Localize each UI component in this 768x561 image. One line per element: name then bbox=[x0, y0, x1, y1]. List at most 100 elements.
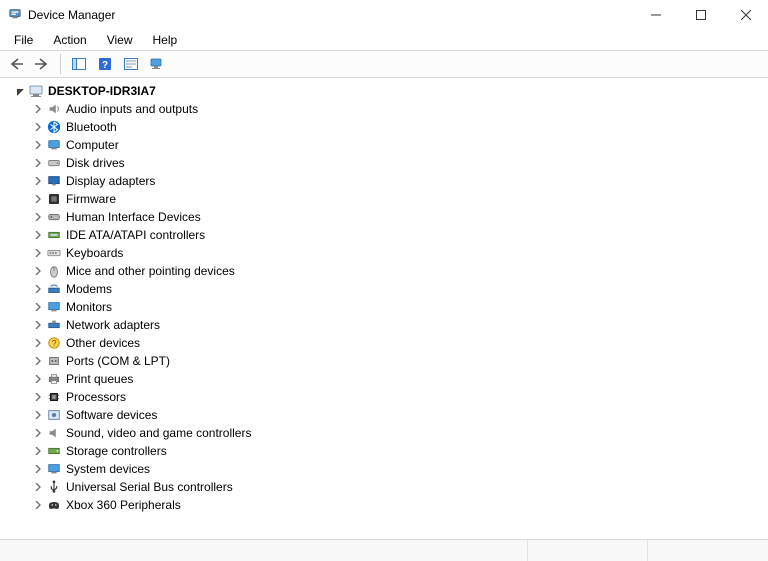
menu-help[interactable]: Help bbox=[143, 31, 188, 49]
tree-item-label: IDE ATA/ATAPI controllers bbox=[66, 228, 205, 242]
status-segment bbox=[648, 540, 768, 561]
usb-icon bbox=[46, 479, 62, 495]
back-button[interactable] bbox=[4, 53, 28, 75]
scan-hardware-button[interactable] bbox=[145, 53, 169, 75]
monitor-icon bbox=[46, 299, 62, 315]
tree-item-keyboard[interactable]: Keyboards bbox=[4, 244, 768, 262]
tree-item-ports[interactable]: Ports (COM & LPT) bbox=[4, 352, 768, 370]
tree-item-hid[interactable]: Human Interface Devices bbox=[4, 208, 768, 226]
tree-item-cpu[interactable]: Processors bbox=[4, 388, 768, 406]
chevron-right-icon[interactable] bbox=[32, 175, 44, 187]
menu-view[interactable]: View bbox=[97, 31, 143, 49]
tree-item-label: Keyboards bbox=[66, 246, 123, 260]
tree-root[interactable]: DESKTOP-IDR3IA7 bbox=[4, 82, 768, 100]
tree-item-ide[interactable]: IDE ATA/ATAPI controllers bbox=[4, 226, 768, 244]
window-controls bbox=[633, 0, 768, 30]
chevron-right-icon[interactable] bbox=[32, 319, 44, 331]
tree-item-label: System devices bbox=[66, 462, 150, 476]
menu-file[interactable]: File bbox=[4, 31, 43, 49]
mouse-icon bbox=[46, 263, 62, 279]
device-tree[interactable]: DESKTOP-IDR3IA7 Audio inputs and outputs… bbox=[0, 78, 768, 522]
tree-item-other[interactable]: ?Other devices bbox=[4, 334, 768, 352]
chevron-right-icon[interactable] bbox=[32, 211, 44, 223]
tree-item-storage[interactable]: Storage controllers bbox=[4, 442, 768, 460]
chevron-right-icon[interactable] bbox=[32, 427, 44, 439]
minimize-button[interactable] bbox=[633, 0, 678, 30]
close-button[interactable] bbox=[723, 0, 768, 30]
chevron-right-icon[interactable] bbox=[32, 355, 44, 367]
chevron-right-icon[interactable] bbox=[32, 157, 44, 169]
chevron-right-icon[interactable] bbox=[32, 409, 44, 421]
chevron-right-icon[interactable] bbox=[32, 139, 44, 151]
tree-item-mouse[interactable]: Mice and other pointing devices bbox=[4, 262, 768, 280]
chevron-right-icon[interactable] bbox=[32, 121, 44, 133]
tree-item-system[interactable]: System devices bbox=[4, 460, 768, 478]
toolbar-separator bbox=[60, 54, 61, 74]
chevron-down-icon[interactable] bbox=[14, 85, 26, 97]
tree-item-usb[interactable]: Universal Serial Bus controllers bbox=[4, 478, 768, 496]
chevron-right-icon[interactable] bbox=[32, 373, 44, 385]
maximize-button[interactable] bbox=[678, 0, 723, 30]
chevron-right-icon[interactable] bbox=[32, 463, 44, 475]
chevron-right-icon[interactable] bbox=[32, 193, 44, 205]
tree-item-software[interactable]: Software devices bbox=[4, 406, 768, 424]
chevron-right-icon[interactable] bbox=[32, 301, 44, 313]
statusbar bbox=[0, 539, 768, 561]
chevron-right-icon[interactable] bbox=[32, 247, 44, 259]
chevron-right-icon[interactable] bbox=[32, 337, 44, 349]
hid-icon bbox=[46, 209, 62, 225]
svg-text:?: ? bbox=[52, 339, 57, 349]
tree-item-label: Computer bbox=[66, 138, 119, 152]
other-icon: ? bbox=[46, 335, 62, 351]
tree-item-xbox[interactable]: Xbox 360 Peripherals bbox=[4, 496, 768, 514]
menubar: File Action View Help bbox=[0, 30, 768, 50]
tree-item-monitor[interactable]: Monitors bbox=[4, 298, 768, 316]
tree-item-label: Audio inputs and outputs bbox=[66, 102, 198, 116]
system-icon bbox=[46, 461, 62, 477]
disk-icon bbox=[46, 155, 62, 171]
chevron-right-icon[interactable] bbox=[32, 481, 44, 493]
xbox-icon bbox=[46, 497, 62, 513]
tree-item-printer[interactable]: Print queues bbox=[4, 370, 768, 388]
tree-item-label: Xbox 360 Peripherals bbox=[66, 498, 181, 512]
tree-item-network[interactable]: Network adapters bbox=[4, 316, 768, 334]
tree-item-label: Modems bbox=[66, 282, 112, 296]
menu-action[interactable]: Action bbox=[43, 31, 96, 49]
tree-item-modem[interactable]: Modems bbox=[4, 280, 768, 298]
tree-item-label: Storage controllers bbox=[66, 444, 167, 458]
titlebar: Device Manager bbox=[0, 0, 768, 30]
tree-item-sound[interactable]: Sound, video and game controllers bbox=[4, 424, 768, 442]
tree-item-computer[interactable]: Computer bbox=[4, 136, 768, 154]
software-icon bbox=[46, 407, 62, 423]
tree-item-label: Network adapters bbox=[66, 318, 160, 332]
chevron-right-icon[interactable] bbox=[32, 499, 44, 511]
tree-item-disk[interactable]: Disk drives bbox=[4, 154, 768, 172]
window-title: Device Manager bbox=[28, 8, 115, 22]
computer-icon bbox=[46, 137, 62, 153]
forward-button[interactable] bbox=[30, 53, 54, 75]
chevron-right-icon[interactable] bbox=[32, 229, 44, 241]
bluetooth-icon bbox=[46, 119, 62, 135]
tree-item-bluetooth[interactable]: Bluetooth bbox=[4, 118, 768, 136]
cpu-icon bbox=[46, 389, 62, 405]
chevron-right-icon[interactable] bbox=[32, 445, 44, 457]
modem-icon bbox=[46, 281, 62, 297]
tree-item-label: Mice and other pointing devices bbox=[66, 264, 235, 278]
ide-icon bbox=[46, 227, 62, 243]
chevron-right-icon[interactable] bbox=[32, 265, 44, 277]
status-segment bbox=[0, 540, 528, 561]
properties-button[interactable] bbox=[119, 53, 143, 75]
tree-item-audio[interactable]: Audio inputs and outputs bbox=[4, 100, 768, 118]
chevron-right-icon[interactable] bbox=[32, 283, 44, 295]
chevron-right-icon[interactable] bbox=[32, 103, 44, 115]
tree-item-label: Processors bbox=[66, 390, 126, 404]
tree-item-display[interactable]: Display adapters bbox=[4, 172, 768, 190]
tree-item-firmware[interactable]: Firmware bbox=[4, 190, 768, 208]
tree-item-label: Monitors bbox=[66, 300, 112, 314]
chevron-right-icon[interactable] bbox=[32, 391, 44, 403]
printer-icon bbox=[46, 371, 62, 387]
status-segment bbox=[528, 540, 648, 561]
help-button[interactable]: ? bbox=[93, 53, 117, 75]
show-hide-console-button[interactable] bbox=[67, 53, 91, 75]
tree-item-label: Software devices bbox=[66, 408, 157, 422]
